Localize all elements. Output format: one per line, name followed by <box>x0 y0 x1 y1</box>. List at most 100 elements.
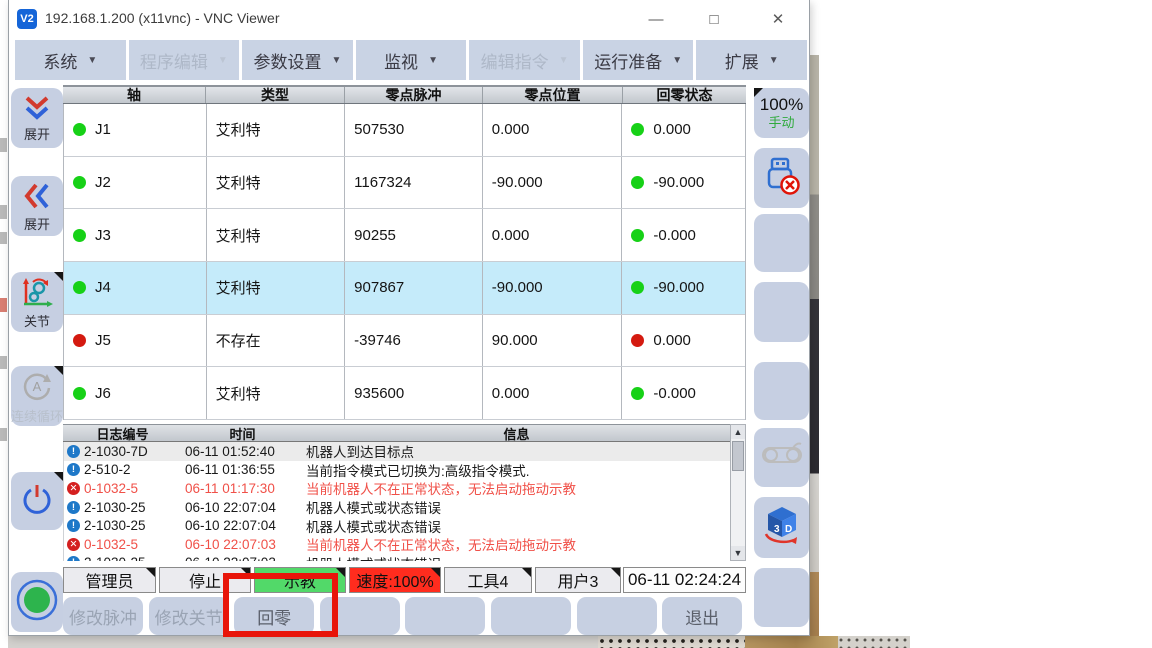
log-row[interactable]: !2-510-206-11 01:36:55当前指令模式已切换为:高级指令模式. <box>64 461 730 480</box>
table-row-J1[interactable]: J1艾利特5075300.0000.000 <box>64 104 745 157</box>
sidebar-button-label: 展开 <box>24 128 50 141</box>
continuous-cycle-button[interactable]: A连续循环 <box>11 366 63 426</box>
log-row[interactable]: ! 2-1030-2506-10 22:07:03机器人模式或状态错误 <box>64 554 730 561</box>
log-message: 机器人模式或状态错误 <box>306 516 730 536</box>
log-row[interactable]: !2-1030-2506-10 22:07:04机器人模式或状态错误 <box>64 498 730 517</box>
gamepad-icon <box>760 438 804 477</box>
speed-badge[interactable]: 速度:100% <box>349 567 441 593</box>
menu-2: 程序编辑▼ <box>129 40 240 80</box>
log-id: 2-1030-25 <box>84 555 185 561</box>
axis-label: J6 <box>95 385 111 402</box>
gamepad-button[interactable] <box>754 428 809 487</box>
table-row-J3[interactable]: J3艾利特902550.000-0.000 <box>64 209 745 262</box>
type-cell: 不存在 <box>207 315 346 367</box>
log-time: 06-10 22:07:04 <box>185 500 306 515</box>
empty-button[interactable] <box>491 597 571 635</box>
empty-button[interactable] <box>754 282 809 342</box>
expand-left-button[interactable]: 展开 <box>11 176 63 236</box>
cube-3d-icon: 3D <box>760 504 804 551</box>
usb-status-button[interactable] <box>754 148 809 208</box>
table-row-J6[interactable]: J6艾利特9356000.000-0.000 <box>64 367 745 420</box>
joint-coord-button[interactable]: 关节 <box>11 272 63 332</box>
speed-percent-label: 100% <box>760 96 803 115</box>
log-message: 机器人模式或状态错误 <box>306 553 730 561</box>
user-frame-badge[interactable]: 用户3 <box>535 567 621 593</box>
type-cell: 艾利特 <box>207 367 346 419</box>
axis-col-header: 轴 <box>63 87 206 103</box>
menu-3[interactable]: 参数设置▼ <box>242 40 353 80</box>
table-row-J5[interactable]: J5不存在-3974690.0000.000 <box>64 315 745 368</box>
minimize-button[interactable]: — <box>645 8 667 30</box>
empty-button[interactable] <box>754 214 809 272</box>
log-scrollbar[interactable]: ▲ ▼ <box>730 424 746 561</box>
svg-text:A: A <box>33 379 42 394</box>
exit-button[interactable]: 退出 <box>662 597 742 635</box>
error-icon: ✕ <box>67 482 80 495</box>
axis-status-dot <box>73 334 86 347</box>
log-time: 06-10 22:07:03 <box>185 555 306 561</box>
empty-button[interactable] <box>754 568 809 627</box>
empty-button[interactable] <box>577 597 657 635</box>
log-time: 06-11 01:17:30 <box>185 481 306 496</box>
log-table: !2-1030-7D06-11 01:52:40机器人到达目标点!2-510-2… <box>63 442 730 561</box>
log-message: 机器人模式或状态错误 <box>306 497 730 517</box>
axis-status-dot <box>73 123 86 136</box>
home-status-cell: 0.000 <box>622 315 745 367</box>
corner-mark-icon <box>431 568 440 577</box>
log-row[interactable]: !2-1030-2506-10 22:07:04机器人模式或状态错误 <box>64 516 730 535</box>
menu-1[interactable]: 系统▼ <box>15 40 126 80</box>
enable-circle-icon <box>15 578 59 627</box>
power-button[interactable] <box>11 472 63 530</box>
home-status-dot <box>631 176 644 189</box>
corner-mark-icon <box>54 366 63 375</box>
log-row[interactable]: ✕0-1032-506-10 22:07:03当前机器人不在正常状态，无法启动拖… <box>64 535 730 554</box>
home-status-cell: -90.000 <box>622 262 745 314</box>
menu-6[interactable]: 运行准备▼ <box>583 40 694 80</box>
home-status-dot <box>631 229 644 242</box>
vnc-viewer-window: V2 192.168.1.200 (x11vnc) - VNC Viewer —… <box>8 0 810 636</box>
zero-pos-cell: 0.000 <box>483 209 623 261</box>
maximize-button[interactable]: □ <box>703 8 725 30</box>
info-icon: ! <box>67 556 80 561</box>
axis-label: J3 <box>95 227 111 244</box>
clock-display[interactable]: 06-11 02:24:24 <box>623 567 746 593</box>
scroll-up-icon[interactable]: ▲ <box>731 425 745 439</box>
power-icon <box>20 482 54 521</box>
table-row-J2[interactable]: J2艾利特1167324-90.000-90.000 <box>64 157 745 210</box>
axis-cell: J1 <box>64 104 207 156</box>
axis-cell: J2 <box>64 157 207 209</box>
log-row[interactable]: ✕0-1032-506-11 01:17:30当前机器人不在正常状态，无法启动拖… <box>64 479 730 498</box>
menu-label: 系统 <box>43 48 77 73</box>
user-role-badge[interactable]: 管理员 <box>63 567 156 593</box>
table-row-J4[interactable]: J4艾利特907867-90.000-90.000 <box>64 262 745 315</box>
scrollbar-thumb[interactable] <box>732 441 744 471</box>
servo-enable-button[interactable] <box>11 572 63 632</box>
log-row[interactable]: !2-1030-7D06-11 01:52:40机器人到达目标点 <box>64 442 730 461</box>
speed-mode-indicator[interactable]: 100%手动 <box>754 88 809 138</box>
scroll-down-icon[interactable]: ▼ <box>731 546 745 560</box>
view-3d-button[interactable]: 3D <box>754 497 809 558</box>
axis-col-header: 零点脉冲 <box>345 87 483 103</box>
window-title: 192.168.1.200 (x11vnc) - VNC Viewer <box>45 10 280 26</box>
menu-7[interactable]: 扩展▼ <box>696 40 807 80</box>
chevron-down-icon: ▼ <box>559 55 569 66</box>
modify-joint-button: 修改关节 <box>149 597 229 635</box>
close-button[interactable]: ✕ <box>767 8 789 30</box>
zero-pos-cell: -90.000 <box>483 157 623 209</box>
zero-pulse-cell: 935600 <box>345 367 483 419</box>
info-icon: ! <box>67 519 80 532</box>
home-status-dot <box>631 123 644 136</box>
menu-label: 编辑指令 <box>481 48 549 73</box>
corner-mark-icon <box>754 88 763 97</box>
expand-down-button[interactable]: 展开 <box>11 88 63 148</box>
tool-badge[interactable]: 工具4 <box>444 567 532 593</box>
empty-button[interactable] <box>405 597 485 635</box>
empty-button[interactable] <box>754 362 809 420</box>
window-titlebar[interactable]: V2 192.168.1.200 (x11vnc) - VNC Viewer —… <box>9 0 809 38</box>
menu-4[interactable]: 监视▼ <box>356 40 467 80</box>
axis-status-dot <box>73 176 86 189</box>
menu-label: 参数设置 <box>253 48 321 73</box>
menu-bar: 系统▼程序编辑▼参数设置▼监视▼ 编辑指令 ▼ 运行准备▼扩展▼ <box>15 40 807 80</box>
log-message: 当前机器人不在正常状态，无法启动拖动示教 <box>306 478 730 498</box>
info-icon: ! <box>67 445 80 458</box>
